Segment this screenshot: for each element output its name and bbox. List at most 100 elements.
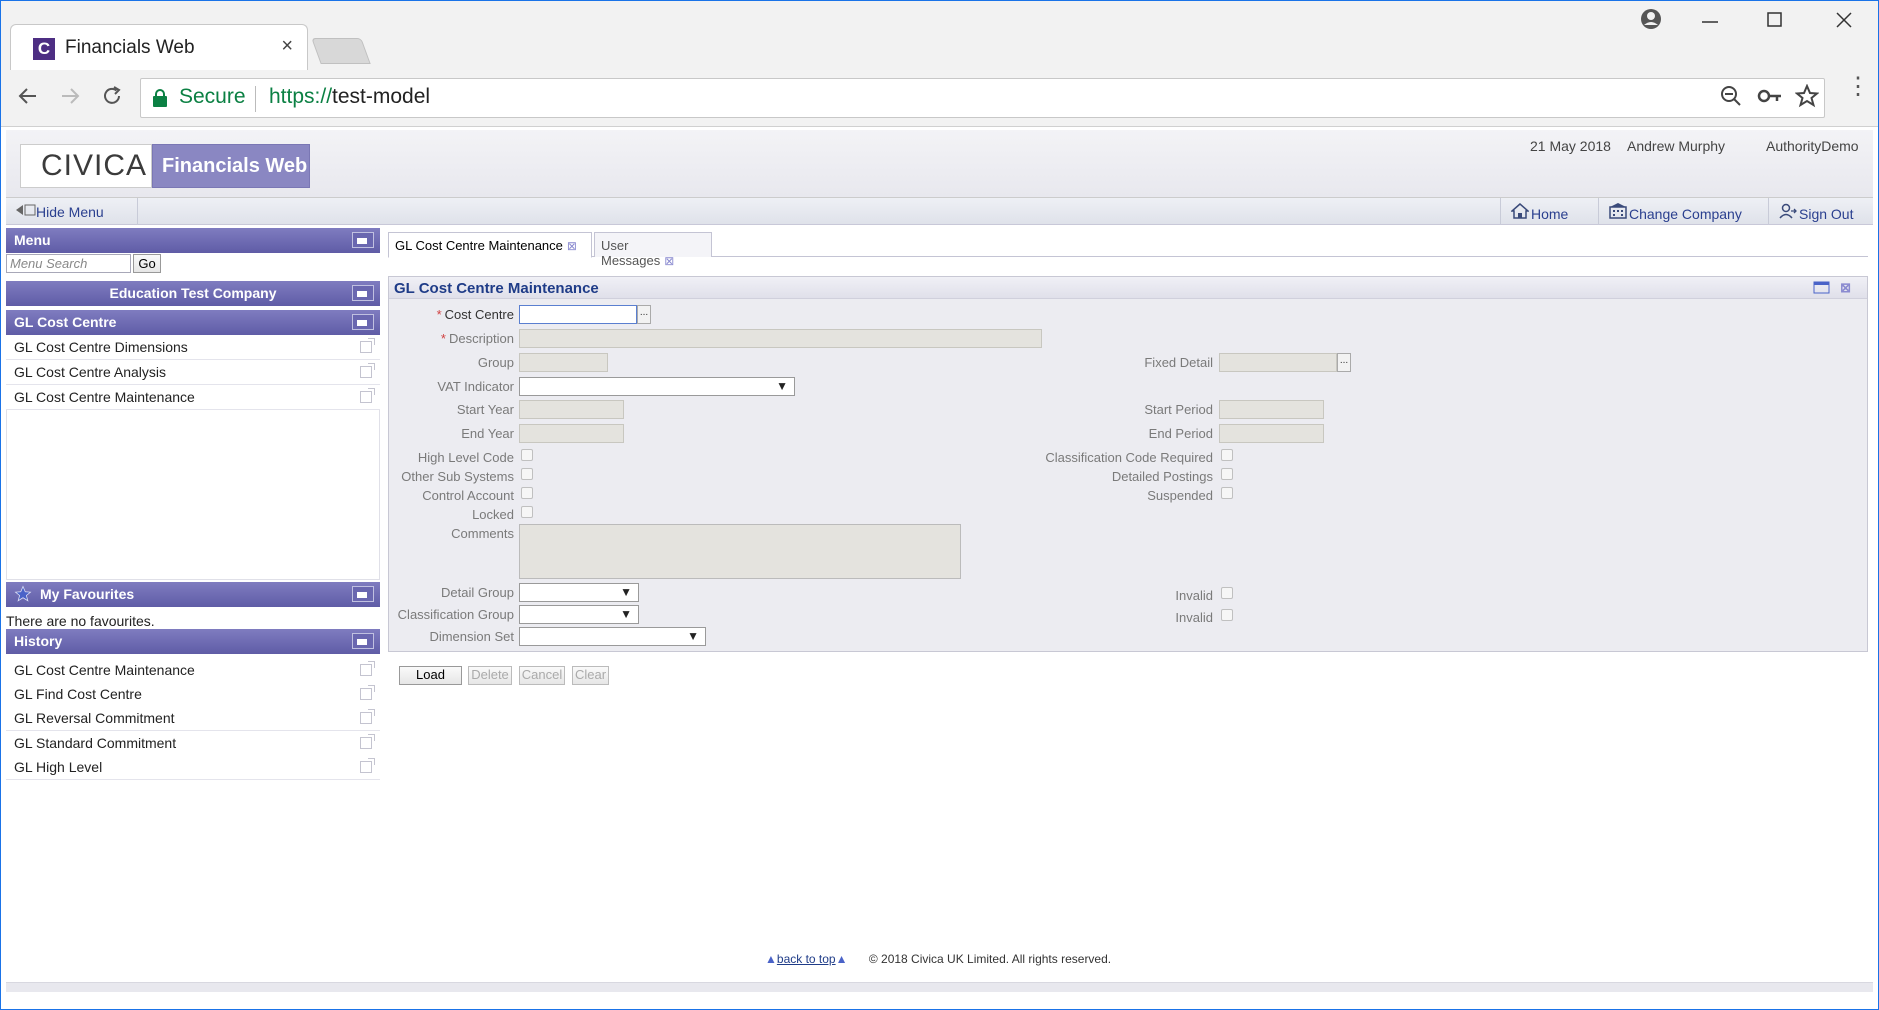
section-header-gl-cost-centre[interactable]: GL Cost Centre [6,310,380,335]
detail-group-select[interactable]: ▼ [519,583,639,602]
browser-tab[interactable]: C Financials Web × [10,24,308,70]
favicon-icon: C [33,38,55,60]
open-external-icon[interactable] [360,388,375,403]
form-window-icon[interactable] [1813,281,1831,299]
open-external-icon[interactable] [360,734,375,749]
cost-centre-input[interactable] [519,305,637,324]
company-panel-header[interactable]: Education Test Company [6,281,380,306]
forward-icon[interactable] [58,84,82,115]
dropdown-arrow-icon: ▼ [620,585,632,599]
company-panel-toggle-icon[interactable] [352,285,374,301]
load-button[interactable]: Load [399,666,462,685]
detail-group-invalid-checkbox[interactable] [1221,587,1233,599]
cost-centre-lookup-button[interactable]: ... [637,305,651,324]
open-external-icon[interactable] [360,661,375,676]
zoom-icon[interactable] [1719,84,1743,114]
end-period-input[interactable] [1219,424,1324,443]
tab-close-icon[interactable]: × [281,35,293,58]
classification-group-select[interactable]: ▼ [519,605,639,624]
history-item[interactable]: GL Cost Centre Maintenance [6,658,380,683]
group-input[interactable] [519,353,608,372]
start-period-input[interactable] [1219,400,1324,419]
detailed-postings-checkbox[interactable] [1221,468,1233,480]
history-panel-header: History [6,629,380,654]
address-bar[interactable]: Secure https://test-model [140,78,1825,118]
open-external-icon[interactable] [360,338,375,353]
sign-out-label: Sign Out [1799,206,1854,222]
sidebar-item-label: GL Cost Centre Dimensions [14,339,188,355]
back-icon[interactable] [16,84,40,115]
open-external-icon[interactable] [360,363,375,378]
clear-button[interactable]: Clear [572,666,609,685]
comments-textarea[interactable] [519,524,961,579]
tab-close-icon[interactable]: ⊠ [664,254,674,268]
history-item[interactable]: GL Reversal Commitment [6,706,380,731]
history-item-label: GL High Level [14,759,103,775]
history-item[interactable]: GL Find Cost Centre [6,682,380,707]
browser-menu-icon[interactable]: ⋮ [1846,75,1870,99]
fixed-detail-input[interactable] [1219,353,1337,372]
menu-search-go-button[interactable]: Go [133,254,161,273]
suspended-label: Suspended [1147,488,1213,503]
section-toggle-icon[interactable] [352,314,374,330]
classification-code-required-checkbox[interactable] [1221,449,1233,461]
minimize-icon[interactable] [1700,8,1720,36]
open-external-icon[interactable] [360,758,375,773]
key-icon[interactable] [1757,84,1783,114]
section-title: GL Cost Centre [14,314,117,330]
maximize-icon[interactable] [1765,8,1785,36]
control-account-checkbox[interactable] [521,487,533,499]
close-window-icon[interactable] [1834,8,1854,36]
classification-group-invalid-checkbox[interactable] [1221,609,1233,621]
back-to-top-link[interactable]: back to top [777,952,836,966]
sidebar-menu-space [6,410,380,580]
sidebar-item-cost-centre-maintenance[interactable]: GL Cost Centre Maintenance [6,385,380,410]
form-close-icon[interactable]: ⊠ [1840,280,1851,296]
fixed-detail-lookup-button[interactable]: ... [1337,353,1351,372]
reload-icon[interactable] [100,84,124,115]
history-toggle-icon[interactable] [352,633,374,649]
tab-gl-cost-centre-maintenance[interactable]: GL Cost Centre Maintenance ⊠ [388,232,592,258]
start-year-input[interactable] [519,400,624,419]
end-year-input[interactable] [519,424,624,443]
menu-panel-header: Menu [6,228,380,253]
history-title: History [14,633,63,649]
hide-menu-button[interactable]: Hide Menu [6,198,138,225]
history-item[interactable]: GL Standard Commitment [6,731,380,756]
change-company-button[interactable]: Change Company [1598,198,1754,225]
tab-close-icon[interactable]: ⊠ [567,239,577,253]
locked-checkbox[interactable] [521,506,533,518]
secure-label: Secure [179,85,246,108]
dropdown-arrow-icon: ▼ [687,629,699,643]
history-item[interactable]: GL High Level [6,755,380,780]
dimension-set-select[interactable]: ▼ [519,627,706,646]
bookmark-star-icon[interactable] [1794,83,1820,114]
suspended-checkbox[interactable] [1221,487,1233,499]
open-external-icon[interactable] [360,685,375,700]
home-label: Home [1531,206,1569,222]
high-level-code-checkbox[interactable] [521,449,533,461]
other-sub-systems-checkbox[interactable] [521,468,533,480]
sidebar-item-cost-centre-analysis[interactable]: GL Cost Centre Analysis [6,360,380,385]
description-input[interactable] [519,329,1042,348]
company-name: Education Test Company [109,285,277,301]
cancel-button[interactable]: Cancel [519,666,565,685]
url-text[interactable]: https://test-model [269,85,430,109]
tab-user-messages[interactable]: User Messages ⊠ [594,232,712,268]
open-external-icon[interactable] [360,709,375,724]
favourites-toggle-icon[interactable] [352,586,374,602]
sign-out-button[interactable]: Sign Out [1768,198,1865,225]
sidebar-item-cost-centre-dimensions[interactable]: GL Cost Centre Dimensions [6,335,380,360]
home-button[interactable]: Home [1500,198,1580,225]
home-icon [1510,203,1531,223]
vat-indicator-select[interactable]: ▼ [519,377,795,396]
favourites-title: My Favourites [40,586,135,602]
menu-search-input[interactable]: Menu Search [6,254,131,273]
address-separator [255,86,256,112]
footer: ▲back to top▲ © 2018 Civica UK Limited. … [765,952,1111,966]
profile-icon[interactable] [1640,8,1662,36]
new-tab-button[interactable] [311,38,371,64]
header-user: Andrew Murphy [1627,138,1726,154]
menu-panel-toggle-icon[interactable] [352,232,374,248]
delete-button[interactable]: Delete [468,666,512,685]
